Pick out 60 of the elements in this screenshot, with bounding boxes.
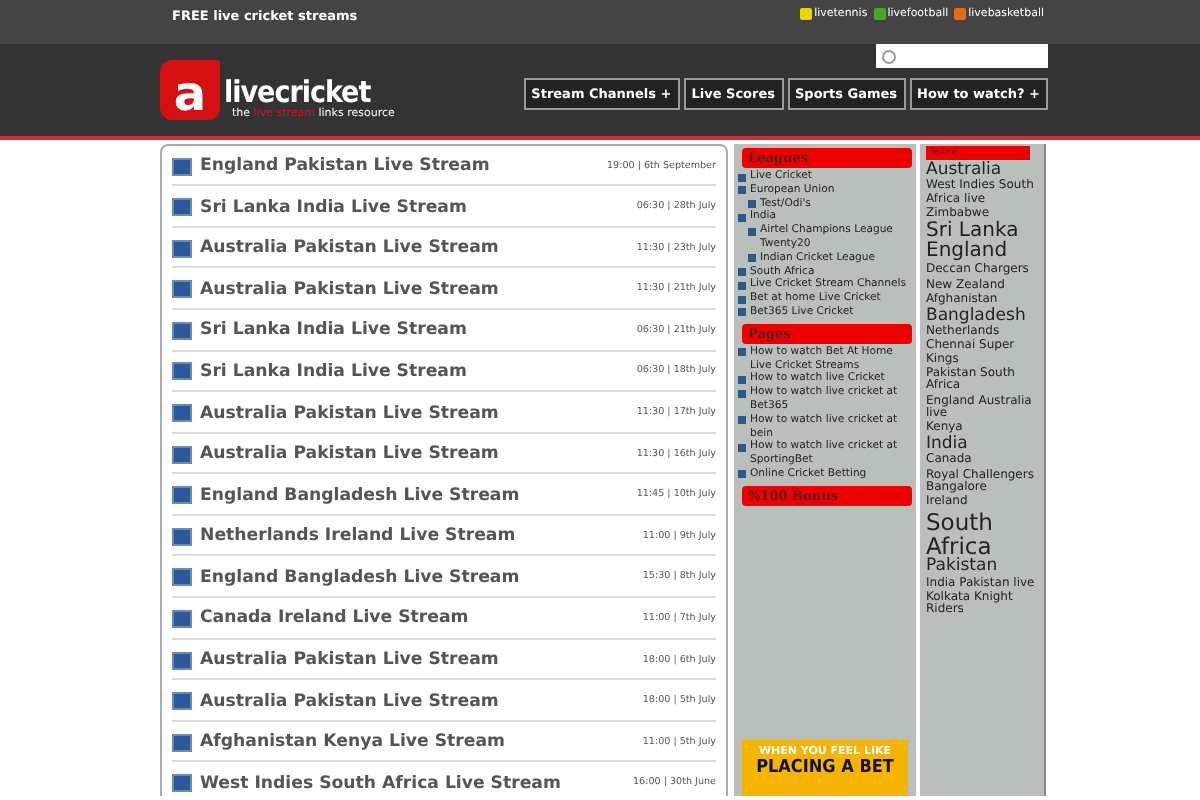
- search-field[interactable]: [876, 44, 1048, 68]
- bullet-icon: [748, 254, 756, 263]
- team-tag[interactable]: England: [926, 242, 1008, 264]
- team-tag[interactable]: South Africa: [926, 510, 1040, 559]
- logo-mark: a: [160, 60, 220, 120]
- bullet-icon: [748, 227, 756, 236]
- team-tag[interactable]: Sri Lanka: [926, 221, 1019, 243]
- stream-link[interactable]: Sri Lanka India Live Stream: [200, 320, 467, 341]
- bullet-icon: [738, 416, 746, 425]
- team-tag[interactable]: Australia: [926, 162, 1002, 180]
- bullet-icon: [738, 281, 746, 290]
- search-icon: [882, 49, 896, 63]
- stream-link[interactable]: Netherlands Ireland Live Stream: [200, 526, 516, 547]
- flag-icon: [172, 362, 192, 381]
- flag-icon: [172, 321, 192, 340]
- flag-icon: [172, 527, 192, 546]
- flag-icon: [172, 568, 192, 587]
- bullet-icon: [748, 200, 756, 209]
- team-tag[interactable]: India: [926, 436, 968, 454]
- flag-icon: [172, 198, 192, 217]
- flag-icon: [172, 157, 192, 176]
- stream-link[interactable]: Australia Pakistan Live Stream: [200, 444, 499, 465]
- flag-icon: [172, 733, 192, 752]
- bullet-icon: [738, 173, 746, 181]
- flag-icon: [172, 486, 192, 505]
- team-tag[interactable]: Pakistan: [926, 558, 998, 577]
- bullet-icon: [738, 268, 746, 277]
- bullet-icon: [738, 186, 746, 195]
- bullet-icon: [738, 389, 746, 398]
- bullet-icon: [738, 295, 746, 304]
- stream-link[interactable]: Sri Lanka India Live Stream: [200, 361, 467, 382]
- stream-link[interactable]: Sri Lanka India Live Stream: [200, 197, 467, 218]
- flag-icon: [172, 404, 192, 423]
- ad-headline: PLACING A BET: [756, 758, 894, 778]
- logo-name: livecricket: [224, 76, 371, 108]
- bullet-icon: [738, 308, 746, 317]
- stream-link[interactable]: England Bangladesh Live Stream: [200, 567, 520, 588]
- stream-link[interactable]: Australia Pakistan Live Stream: [200, 691, 499, 712]
- stream-link[interactable]: Australia Pakistan Live Stream: [200, 279, 499, 300]
- flag-icon: [172, 280, 192, 299]
- stream-link[interactable]: England Pakistan Live Stream: [200, 156, 490, 177]
- stream-link[interactable]: Afghanistan Kenya Live Stream: [200, 732, 505, 753]
- flag-icon: [172, 239, 192, 258]
- flag-icon: [172, 609, 192, 628]
- bullet-icon: [738, 213, 746, 222]
- stream-link[interactable]: West Indies South Africa Live Stream: [200, 773, 561, 794]
- stream-link[interactable]: Australia Pakistan Live Stream: [200, 403, 499, 424]
- bullet-icon: [738, 470, 746, 479]
- team-tag[interactable]: Bangladesh: [926, 307, 1026, 326]
- stream-link[interactable]: Canada Ireland Live Stream: [200, 608, 469, 629]
- bullet-icon: [738, 443, 746, 452]
- flag-icon: [172, 692, 192, 711]
- bullet-icon: [738, 348, 746, 357]
- flag-icon: [172, 774, 192, 793]
- flag-icon: [172, 445, 192, 464]
- stream-link[interactable]: Australia Pakistan Live Stream: [200, 238, 499, 259]
- stream-link[interactable]: Australia Pakistan Live Stream: [200, 650, 499, 671]
- bullet-icon: [738, 375, 746, 384]
- flag-icon: [172, 651, 192, 670]
- stream-link[interactable]: England Bangladesh Live Stream: [200, 485, 520, 506]
